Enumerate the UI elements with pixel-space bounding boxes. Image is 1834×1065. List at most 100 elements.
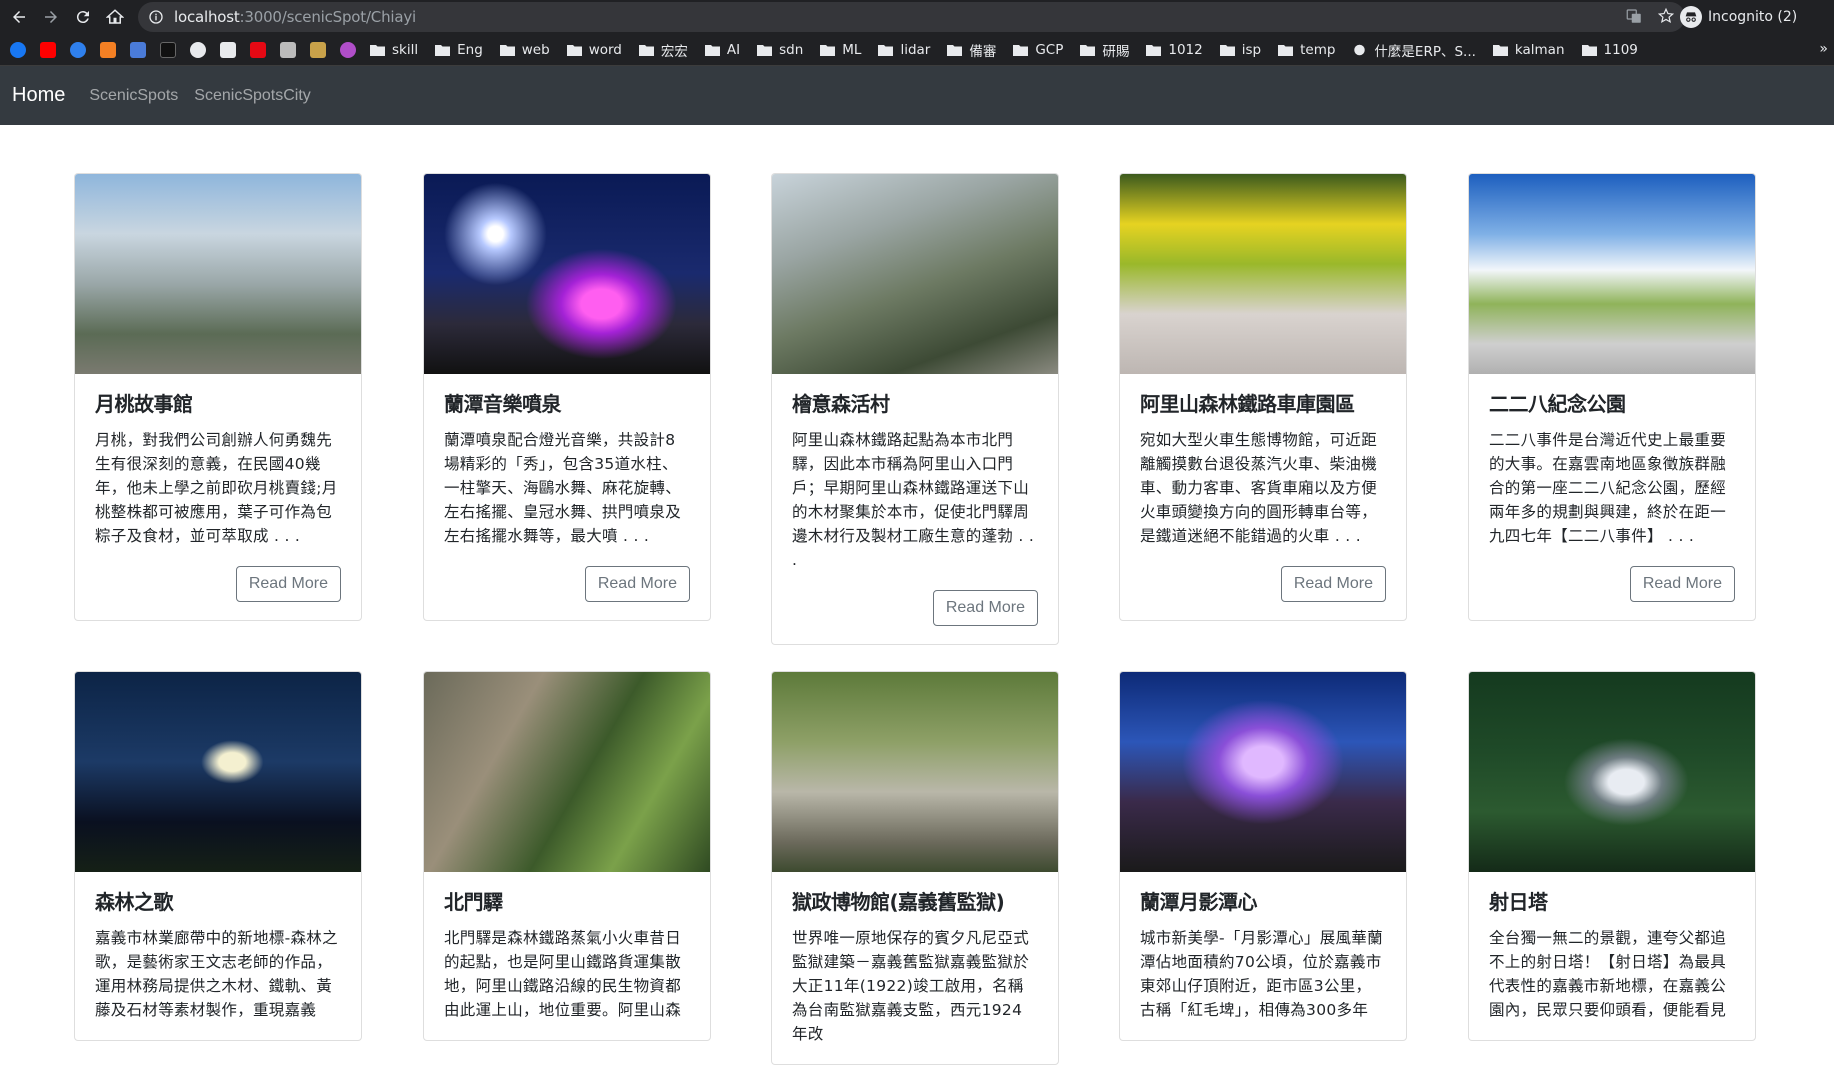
- bookmark-folder[interactable]: 1012: [1146, 42, 1203, 58]
- card-title: 檜意森活村: [792, 392, 890, 416]
- folder-icon: [947, 44, 963, 56]
- info-icon: [149, 10, 163, 24]
- inside-icon[interactable]: [100, 41, 116, 58]
- bookmarks-overflow-button[interactable]: »: [1819, 41, 1828, 57]
- card-title: 月桃故事館: [95, 392, 193, 416]
- scenic-spot-card: 月桃故事館月桃，對我們公司創辦人何勇魏先生有很深刻的意義，在民國40幾年，他未上…: [74, 173, 362, 621]
- bookmark-label: ML: [842, 41, 862, 58]
- bookmark-folder[interactable]: 什麼是ERP、S...: [1352, 40, 1476, 60]
- bookmark-folder[interactable]: kalman: [1492, 42, 1565, 58]
- back-button[interactable]: [6, 4, 32, 30]
- card-body: 北門驛北門驛是森林鐵路蒸氣小火車昔日的起點，也是阿里山鐵路貨運集散地，阿里山鐵路…: [424, 872, 710, 1040]
- bookmark-label: 宏宏: [660, 43, 688, 60]
- card-title: 蘭潭音樂噴泉: [444, 392, 562, 416]
- address-bar[interactable]: localhost:3000/scenicSpot/Chiayi: [138, 2, 1685, 32]
- card-description: 月桃，對我們公司創辦人何勇魏先生有很深刻的意義，在民國40幾年，他未上學之前即砍…: [95, 431, 338, 545]
- github-icon[interactable]: [190, 41, 206, 58]
- nav-home-link[interactable]: Home: [12, 84, 65, 107]
- bookmark-folder[interactable]: GCP: [1013, 42, 1063, 58]
- folder-icon: [1492, 44, 1508, 56]
- card-description: 城市新美學-「月影潭心」展風華蘭潭佔地面積約70公頃，位於嘉義市東郊山仔頂附近，…: [1140, 929, 1383, 1019]
- folder-icon: [370, 44, 385, 56]
- bookmark-folder[interactable]: Eng: [435, 42, 483, 58]
- url-text: localhost:3000/scenicSpot/Chiayi: [174, 8, 416, 26]
- card-title: 蘭潭月影潭心: [1140, 890, 1258, 914]
- bookmark-label: temp: [1300, 41, 1336, 58]
- forward-button[interactable]: [38, 4, 64, 30]
- read-more-button[interactable]: Read More: [1629, 566, 1735, 602]
- bookmark-folder[interactable]: lidar: [878, 42, 930, 58]
- bookmark-label: Eng: [457, 41, 483, 58]
- bookmark-folder[interactable]: 研賜: [1080, 40, 1129, 60]
- card-description: 阿里山森林鐵路起點為本市北門驛，因此本市稱為阿里山入口門戶；早期阿里山森林鐵路運…: [792, 431, 1035, 569]
- home-button[interactable]: [102, 4, 128, 30]
- card-description: 北門驛是森林鐵路蒸氣小火車昔日的起點，也是阿里山鐵路貨運集散地，阿里山鐵路沿線的…: [444, 929, 682, 1019]
- facebook-icon[interactable]: [10, 41, 26, 58]
- globe-icon[interactable]: [70, 41, 86, 58]
- building-icon[interactable]: [310, 41, 326, 58]
- scenic-spot-card: 蘭潭月影潭心城市新美學-「月影潭心」展風華蘭潭佔地面積約70公頃，位於嘉義市東郊…: [1119, 671, 1407, 1041]
- card-image: [1469, 672, 1755, 872]
- bookmarks-bar: skill Eng web word 宏宏 AI sdn ML lidar 備審 GCP 研賜 1012…: [0, 34, 1834, 66]
- bookmark-folder[interactable]: web: [499, 42, 550, 58]
- folder-icon: [757, 44, 773, 56]
- read-more-button[interactable]: Read More: [235, 566, 341, 602]
- folder-icon: [566, 44, 582, 56]
- read-more-button[interactable]: Read More: [1280, 566, 1386, 602]
- card-description: 嘉義市林業廊帶中的新地標-森林之歌，是藝術家王文志老師的作品，運用林務局提供之木…: [95, 929, 338, 1019]
- link-icon[interactable]: [340, 41, 356, 58]
- bookmark-folder[interactable]: sdn: [757, 42, 803, 58]
- netflix-icon[interactable]: [250, 41, 266, 58]
- folder-icon: [1278, 44, 1294, 56]
- folder-icon: [1581, 44, 1597, 56]
- card-title: 阿里山森林鐵路車庫園區: [1140, 392, 1355, 416]
- card-description: 全台獨一無二的景觀，連夸父都追不上的射日塔！【射日塔】為最具代表性的嘉義市新地標…: [1489, 929, 1727, 1019]
- folder-icon: [704, 44, 720, 56]
- translate-icon[interactable]: [1625, 7, 1643, 25]
- incognito-indicator[interactable]: Incognito (2): [1680, 3, 1797, 31]
- bookmark-label: 研賜: [1102, 43, 1130, 60]
- scenic-spot-card: 北門驛北門驛是森林鐵路蒸氣小火車昔日的起點，也是阿里山鐵路貨運集散地，阿里山鐵路…: [423, 671, 711, 1041]
- incognito-icon: [1680, 6, 1702, 28]
- bookmark-label: word: [588, 41, 622, 58]
- card-title: 二二八紀念公園: [1489, 392, 1626, 416]
- card-body: 射日塔 全台獨一無二的景觀，連夸父都追不上的射日塔！【射日塔】為最具代表性的嘉義市…: [1469, 872, 1755, 1040]
- card-image: [75, 174, 361, 374]
- bookmark-label: skill: [392, 41, 419, 58]
- folder-icon: [878, 44, 894, 56]
- card-description: 二二八事件是台灣近代史上最重要的大事。在嘉雲南地區象徵族群融合的第一座二二八紀念…: [1489, 431, 1727, 545]
- card-description: 蘭潭噴泉配合燈光音樂，共設計8場精彩的「秀」，包含35道水柱、一柱擎天、海鷗水舞…: [444, 431, 682, 545]
- bookmark-folder[interactable]: skill: [370, 42, 418, 58]
- read-more-button[interactable]: Read More: [932, 590, 1038, 626]
- card-image: [1120, 174, 1406, 374]
- bookmark-folder[interactable]: temp: [1278, 42, 1335, 58]
- card-title: 北門驛: [444, 890, 503, 914]
- translate-bookmark-icon[interactable]: [130, 41, 146, 58]
- bookmark-folder[interactable]: AI: [704, 42, 740, 58]
- card-description: 宛如大型火車生態博物館，可近距離觸摸數台退役蒸汽火車、柴油機車、動力客車、客貨車…: [1140, 431, 1378, 545]
- youtube-icon[interactable]: [40, 41, 56, 58]
- bookmark-label: 什麼是ERP、S...: [1374, 43, 1476, 60]
- arrow-right-icon: [45, 11, 57, 23]
- bookmark-folder[interactable]: isp: [1219, 42, 1261, 58]
- scenic-spot-card: 森林之歌 嘉義市林業廊帶中的新地標-森林之歌，是藝術家王文志老師的作品，運用林務局…: [74, 671, 362, 1041]
- incognito-label: Incognito (2): [1708, 9, 1798, 25]
- bookmark-label: lidar: [900, 41, 931, 58]
- bookmark-star-icon[interactable]: [1657, 7, 1675, 25]
- reload-button[interactable]: [70, 4, 96, 30]
- read-more-button[interactable]: Read More: [584, 566, 690, 602]
- app-navbar: Home ScenicSpots ScenicSpotsCity: [0, 66, 1834, 125]
- card-body: 蘭潭音樂噴泉蘭潭噴泉配合燈光音樂，共設計8場精彩的「秀」，包含35道水柱、一柱擎…: [424, 374, 710, 620]
- nav-scenic-spots-link[interactable]: ScenicSpots: [89, 87, 178, 105]
- printer-icon[interactable]: [280, 41, 296, 58]
- bookmark-folder[interactable]: 備審: [947, 40, 996, 60]
- scenic-spot-card: 射日塔 全台獨一無二的景觀，連夸父都追不上的射日塔！【射日塔】為最具代表性的嘉義市…: [1468, 671, 1756, 1041]
- bookmark-folder[interactable]: ML: [820, 42, 861, 58]
- bookmark-folder[interactable]: word: [566, 41, 622, 58]
- bookmark-folder[interactable]: 1109: [1581, 42, 1638, 58]
- notion-icon[interactable]: [160, 41, 176, 58]
- bookmark-folder[interactable]: 宏宏: [638, 40, 688, 60]
- scenic-spot-card: 檜意森活村阿里山森林鐵路起點為本市北門驛，因此本市稱為阿里山入口門戶；早期阿里山…: [771, 173, 1059, 645]
- nav-scenic-spots-city-link[interactable]: ScenicSpotsCity: [194, 87, 311, 105]
- notion-alt-icon[interactable]: [220, 41, 236, 58]
